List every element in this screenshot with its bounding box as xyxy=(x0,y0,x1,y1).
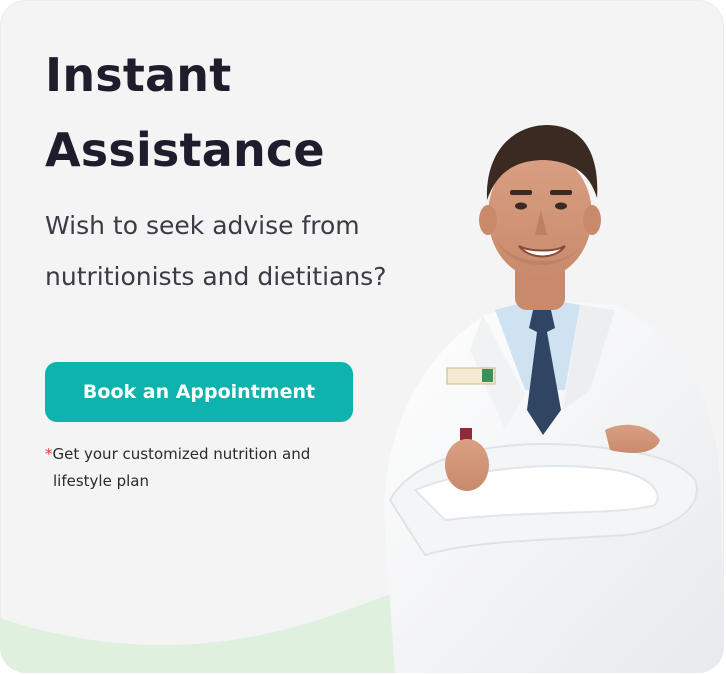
doctor-illustration xyxy=(384,125,724,673)
title-line-1: Instant xyxy=(45,48,232,102)
required-asterisk: * xyxy=(45,445,53,463)
note-line-2: lifestyle plan xyxy=(53,472,149,490)
title-line-2: Assistance xyxy=(45,123,325,177)
plan-note: *Get your customized nutrition and lifes… xyxy=(45,441,355,495)
appointment-card: Instant Assistance Wish to seek advise f… xyxy=(0,0,724,673)
subtitle-line-1: Wish to seek advise from xyxy=(45,211,360,240)
subtitle-line-2: nutritionists and dietitians? xyxy=(45,262,387,291)
note-line-1: Get your customized nutrition and xyxy=(52,445,311,463)
book-appointment-button[interactable]: Book an Appointment xyxy=(45,362,353,422)
page-title: Instant Assistance xyxy=(45,38,385,188)
